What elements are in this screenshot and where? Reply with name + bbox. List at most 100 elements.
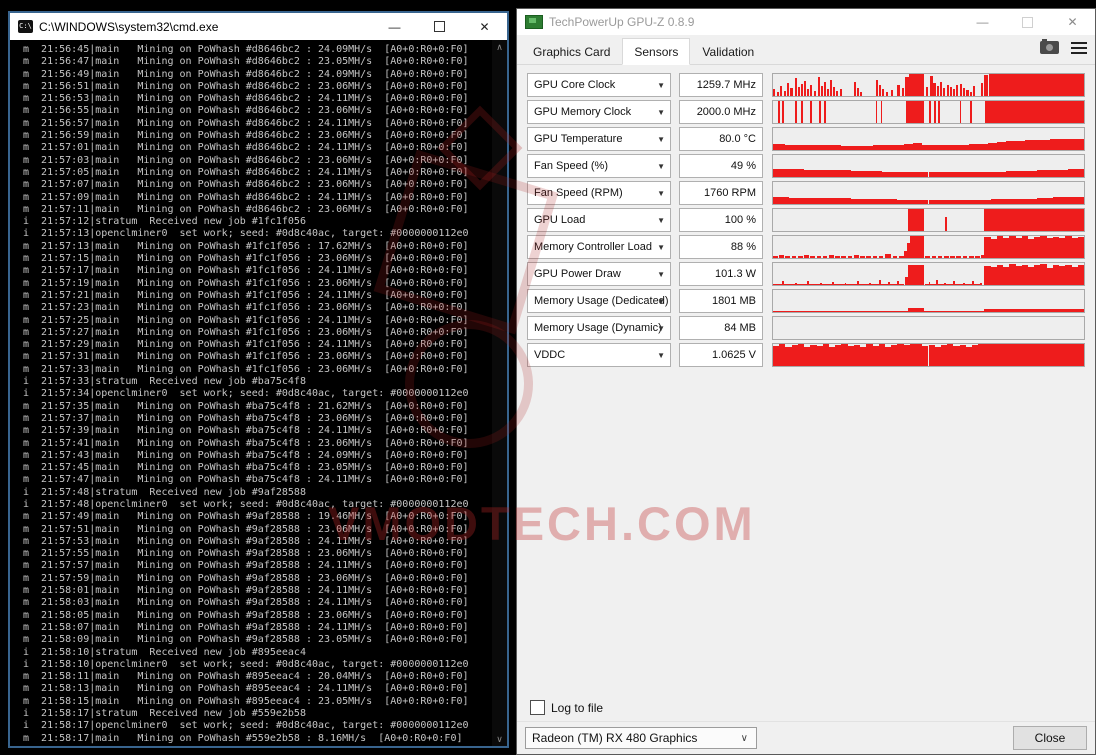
sensor-label-text: Memory Controller Load [534,241,652,253]
cmd-scrollbar[interactable]: ∧ ∨ [492,40,507,746]
log-to-file-checkbox[interactable] [530,700,545,715]
graph-bar [956,144,969,150]
sensor-graph-fan-speed-rpm [772,181,1085,205]
graph-bar [929,101,932,123]
sensor-select-gpu-temperature[interactable]: GPU Temperature ▼ [527,127,671,151]
graph-bar [955,85,959,96]
graph-bar [807,89,810,96]
console-log-line: m 21:57:41|main Mining on PoWhash #ba75c… [23,437,469,449]
graph-bar [822,256,828,258]
console-log-line: i 21:57:48|openclminer0 set work; seed: … [23,498,469,510]
sensor-select-fan-speed-rpm[interactable]: Fan Speed (RPM) ▼ [527,181,671,205]
graph-bar [990,171,1007,177]
graph-bar [773,144,786,150]
gpuz-titlebar[interactable]: TechPowerUp GPU-Z 0.8.9 — ✕ [517,9,1095,35]
console-log-line: m 21:56:45|main Mining on PoWhash #d8646… [23,44,469,55]
chevron-down-icon: ∨ [740,732,748,744]
cmd-icon: C:\ [18,20,33,33]
graph-bar [790,88,793,96]
tab-graphics-card[interactable]: Graphics Card [521,40,622,64]
graph-bar [928,199,945,204]
graph-bar [928,281,931,285]
console-log-line: m 21:56:51|main Mining on PoWhash #d8646… [23,80,469,92]
graph-bar [786,82,790,96]
sensor-select-vddc[interactable]: VDDC ▼ [527,343,671,367]
graph-bar [970,101,973,123]
graph-bar [1052,197,1069,204]
graph-bar [975,171,991,177]
console-log-line: m 21:57:01|main Mining on PoWhash #d8646… [23,142,469,154]
sensor-value-fan-speed-rpm: 1760 RPM [679,181,763,205]
scroll-up-icon[interactable]: ∧ [496,40,503,54]
sensor-select-memory-usage-dedicated[interactable]: Memory Usage (Dedicated) ▼ [527,289,671,313]
graph-bar [1006,141,1016,150]
graph-bar [797,256,803,258]
graph-bar [1037,170,1053,177]
sensor-row-gpu-core-clock: GPU Core Clock ▼ 1259.7 MHz [517,73,1095,97]
screenshot-camera-icon[interactable] [1040,39,1059,54]
graph-bar [881,199,898,204]
cmd-maximize-button[interactable] [417,13,462,40]
graph-bar [966,89,969,96]
graph-bar [962,88,965,96]
graph-bar [832,281,834,285]
graph-bar [988,74,1084,96]
sensor-select-fan-speed[interactable]: Fan Speed (%) ▼ [527,154,671,178]
close-button[interactable]: Close [1013,726,1087,750]
sensor-value-vddc: 1.0625 V [679,343,763,367]
gpuz-minimize-button[interactable]: — [960,9,1005,36]
console-log-line: m 21:57:53|main Mining on PoWhash #9af28… [23,535,469,547]
graph-bar [777,92,780,96]
sensor-select-memory-controller-load[interactable]: Memory Controller Load ▼ [527,235,671,259]
gpu-select-dropdown[interactable]: Radeon (TM) RX 480 Graphics ∨ [525,727,757,749]
graph-bar [856,87,860,96]
sensor-select-gpu-memory-clock[interactable]: GPU Memory Clock ▼ [527,100,671,124]
sensor-label-text: Memory Usage (Dynamic) [534,322,662,334]
hamburger-menu-icon[interactable] [1071,41,1087,54]
sensor-graph-gpu-temperature [772,127,1085,151]
tab-validation[interactable]: Validation [690,40,766,64]
graph-bar [912,171,929,177]
graph-bar [866,171,882,177]
sensor-label-text: GPU Temperature [534,133,623,145]
sensor-select-gpu-power-draw[interactable]: GPU Power Draw ▼ [527,262,671,286]
console-log-line: m 21:57:49|main Mining on PoWhash #9af28… [23,511,469,523]
gpuz-close-button[interactable]: ✕ [1050,9,1095,36]
graph-bar [773,197,789,204]
console-log-line: m 21:57:27|main Mining on PoWhash #1fc1f… [23,326,469,338]
console-log-line: m 21:57:55|main Mining on PoWhash #9af28… [23,548,469,560]
graph-bar [962,255,968,258]
graph-bar [841,145,857,150]
graph-bar [936,279,939,285]
sensor-value-memory-usage-dynamic: 84 MB [679,316,763,340]
graph-bar [791,255,797,258]
graph-bar [853,81,857,96]
sensor-value-fan-speed: 49 % [679,154,763,178]
scroll-down-icon[interactable]: ∨ [496,732,503,746]
graph-bar [897,84,900,96]
graph-bar [969,91,972,96]
sensor-value-gpu-power-draw: 101.3 W [679,262,763,286]
cmd-minimize-button[interactable]: — [372,13,417,40]
graph-bar [788,197,805,204]
graph-bar [931,256,937,258]
gpuz-window-title: TechPowerUp GPU-Z 0.8.9 [549,15,695,29]
sensor-select-gpu-core-clock[interactable]: GPU Core Clock ▼ [527,73,671,97]
sensor-select-gpu-load[interactable]: GPU Load ▼ [527,208,671,232]
sensor-select-memory-usage-dynamic[interactable]: Memory Usage (Dynamic) ▼ [527,316,671,340]
graph-bar [856,281,859,285]
sensor-label-text: GPU Memory Clock [534,106,632,118]
cmd-titlebar[interactable]: C:\ C:\WINDOWS\system32\cmd.exe — ✕ [10,13,507,40]
gpuz-sensors-panel: GPU Core Clock ▼ 1259.7 MHz GPU Memory Cloc… [517,65,1095,754]
cmd-close-button[interactable]: ✕ [462,13,507,40]
graph-bar [1037,139,1050,150]
tab-sensors[interactable]: Sensors [622,38,691,65]
dropdown-arrow-icon: ▼ [657,351,665,360]
graph-bar [885,91,888,96]
sensor-value-gpu-memory-clock: 2000.0 MHz [679,100,763,124]
console-log-line: i 21:58:10|openclminer0 set work; seed: … [23,658,469,670]
console-log-line: i 21:57:33|stratum Received new job #ba7… [23,376,306,388]
graph-bar [952,88,955,96]
sensor-row-gpu-load: GPU Load ▼ 100 % [517,208,1095,232]
gpuz-maximize-button[interactable] [1005,9,1050,36]
